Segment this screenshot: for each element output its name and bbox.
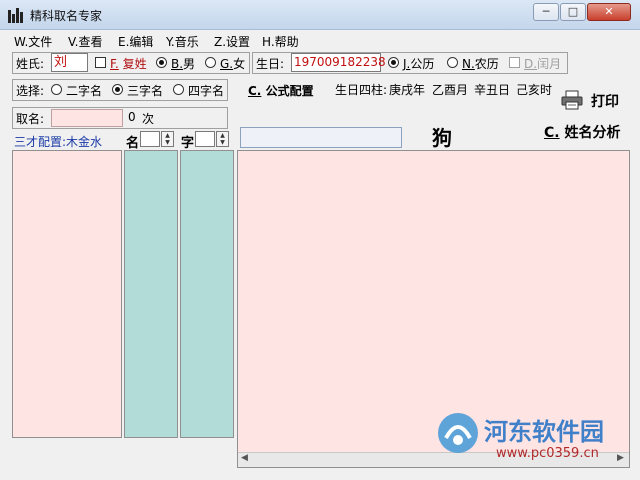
printer-icon[interactable] [560,90,584,110]
zi-spinner[interactable]: ▲ ▼ [216,131,229,147]
compound-hotkey: F. [110,57,119,71]
solar-label: 公历 [410,57,435,71]
two-char-label: 二字名 [66,84,103,98]
ming-label: 名 [126,136,140,151]
analysis-hotkey: C. [544,125,560,141]
ming-input[interactable] [140,131,160,147]
male-text: B.男 [171,55,195,72]
male-hotkey: B. [171,57,184,71]
three-char-label: 三字名 [127,84,164,98]
naming-count-unit: 次 [142,112,155,126]
name-list-panel[interactable] [12,150,122,438]
female-label: 女 [233,57,246,71]
two-char-radio[interactable] [51,84,62,95]
menu-view[interactable]: V.查看 [68,33,102,50]
name-analysis-button[interactable]: C. 姓名分析 [544,122,620,142]
birthday-label: 生日: [256,57,285,71]
watermark-url: www.pc0359.cn [496,446,599,461]
lunar-calendar-text: N.农历 [462,55,499,72]
print-button[interactable]: 打印 [591,91,619,111]
bazi-year: 庚戌年 [389,83,426,97]
window-title: 精科取名专家 [30,9,103,23]
zi-list-panel[interactable] [180,150,234,438]
zi-label: 字 [181,136,195,151]
solar-calendar-text: J.公历 [403,55,434,72]
scroll-right-icon[interactable]: ▶ [617,453,624,463]
menu-file[interactable]: W.文件 [14,33,52,50]
compound-surname-label: 复姓 [122,57,147,71]
analysis-input[interactable] [240,127,402,148]
female-radio[interactable] [205,57,216,68]
leap-label: 闰月 [537,57,562,71]
naming-input[interactable] [51,109,123,127]
ming-list-panel[interactable] [124,150,178,438]
formula-hotkey: C. [248,84,262,98]
lunar-hotkey: N. [462,57,475,71]
close-button[interactable]: ✕ [587,3,631,21]
menu-help[interactable]: H.帮助 [262,33,299,50]
birthday-input[interactable]: 197009182238 [291,53,386,72]
zi-input[interactable] [195,131,215,147]
minimize-button[interactable]: ─ [533,3,559,21]
bazi-day: 辛丑日 [474,83,511,97]
surname-label: 姓氏: [16,57,45,71]
sancai-text: 三才配置:木金水 [14,133,102,150]
sancai-value: 木金水 [66,135,103,149]
male-label: 男 [183,57,196,71]
three-char-radio[interactable] [112,84,123,95]
male-radio[interactable] [156,57,167,68]
app-icon [8,7,24,23]
sancai-label: 三才配置: [14,135,67,149]
lunar-calendar-radio[interactable] [447,57,458,68]
watermark-text: 河东软件园 [484,418,604,446]
formula-label: 公式配置 [265,84,314,98]
leap-month-checkbox[interactable] [509,57,520,68]
analysis-label: 姓名分析 [564,125,621,141]
compound-surname-text: F. 复姓 [110,55,147,72]
menu-settings[interactable]: Z.设置 [214,33,250,50]
zodiac-label: 狗 [432,126,452,150]
surname-input[interactable]: 刘 [51,53,88,72]
menu-edit[interactable]: E.编辑 [118,33,153,50]
compound-surname-checkbox[interactable] [95,57,106,68]
maximize-button[interactable]: □ [560,3,586,21]
ming-spinner[interactable]: ▲ ▼ [161,131,174,147]
naming-count: 0 [128,110,136,124]
female-text: G.女 [220,55,245,72]
bazi-label: 生日四柱: [335,83,388,97]
scroll-left-icon[interactable]: ◀ [241,453,248,463]
leap-hotkey: D. [524,57,538,71]
formula-config-button[interactable]: C. 公式配置 [248,82,314,99]
leap-month-text: D.闰月 [524,55,561,72]
watermark-logo-icon [436,410,480,456]
bazi-month: 乙酉月 [432,83,469,97]
four-char-label: 四字名 [188,84,225,98]
menu-music[interactable]: Y.音乐 [166,33,199,50]
select-label: 选择: [16,84,45,98]
lunar-label: 农历 [474,57,499,71]
female-hotkey: G. [220,57,234,71]
four-char-radio[interactable] [173,84,184,95]
naming-label: 取名: [16,112,45,126]
solar-calendar-radio[interactable] [388,57,399,68]
bazi-hour: 己亥时 [516,83,553,97]
